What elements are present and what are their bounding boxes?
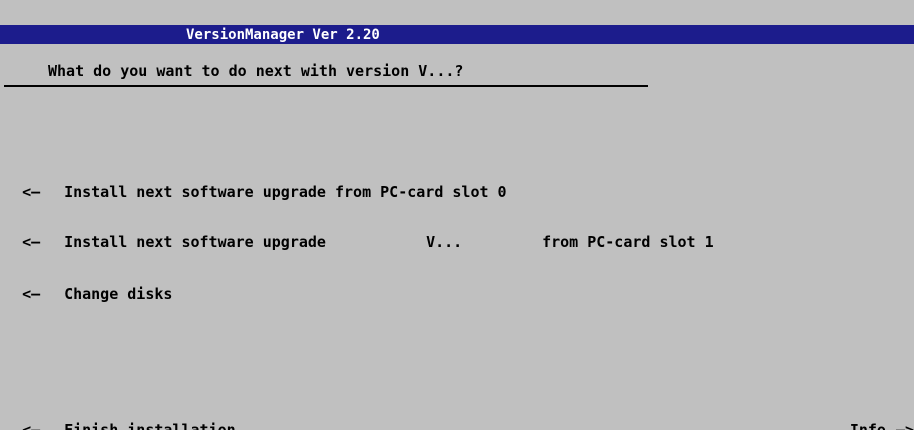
install-slot-0-label: Install next software upgrade from PC-ca… bbox=[64, 183, 507, 201]
install-slot-1-version: V... bbox=[426, 233, 463, 251]
finish-installation-softkey[interactable]: <— Finish installation bbox=[4, 400, 236, 430]
finish-installation-label: Finish installation bbox=[64, 421, 236, 430]
info-softkey[interactable]: Info —> bbox=[832, 400, 914, 430]
install-slot-1-label: Install next software upgrade bbox=[64, 233, 326, 251]
info-label: Info bbox=[849, 421, 886, 430]
change-disks-softkey[interactable]: <— Change disks bbox=[4, 264, 172, 303]
prompt-question: What do you want to do next with version… bbox=[48, 62, 464, 80]
left-arrow-icon: <— bbox=[22, 421, 41, 430]
right-arrow-icon: —> bbox=[895, 421, 914, 430]
install-slot-1-softkey[interactable]: <— Install next software upgrade V... from … bbox=[4, 212, 714, 251]
window-title: VersionManager Ver 2.20 bbox=[186, 27, 380, 43]
change-disks-label: Change disks bbox=[64, 285, 173, 303]
left-arrow-icon: <— bbox=[22, 183, 41, 201]
install-slot-0-softkey[interactable]: <— Install next software upgrade from PC-… bbox=[4, 162, 507, 201]
question-underline bbox=[4, 85, 648, 87]
install-slot-1-source: from PC-card slot 1 bbox=[542, 233, 714, 251]
title-bar: VersionManager Ver 2.20 bbox=[0, 25, 914, 44]
left-arrow-icon: <— bbox=[22, 233, 41, 251]
left-arrow-icon: <— bbox=[22, 285, 41, 303]
